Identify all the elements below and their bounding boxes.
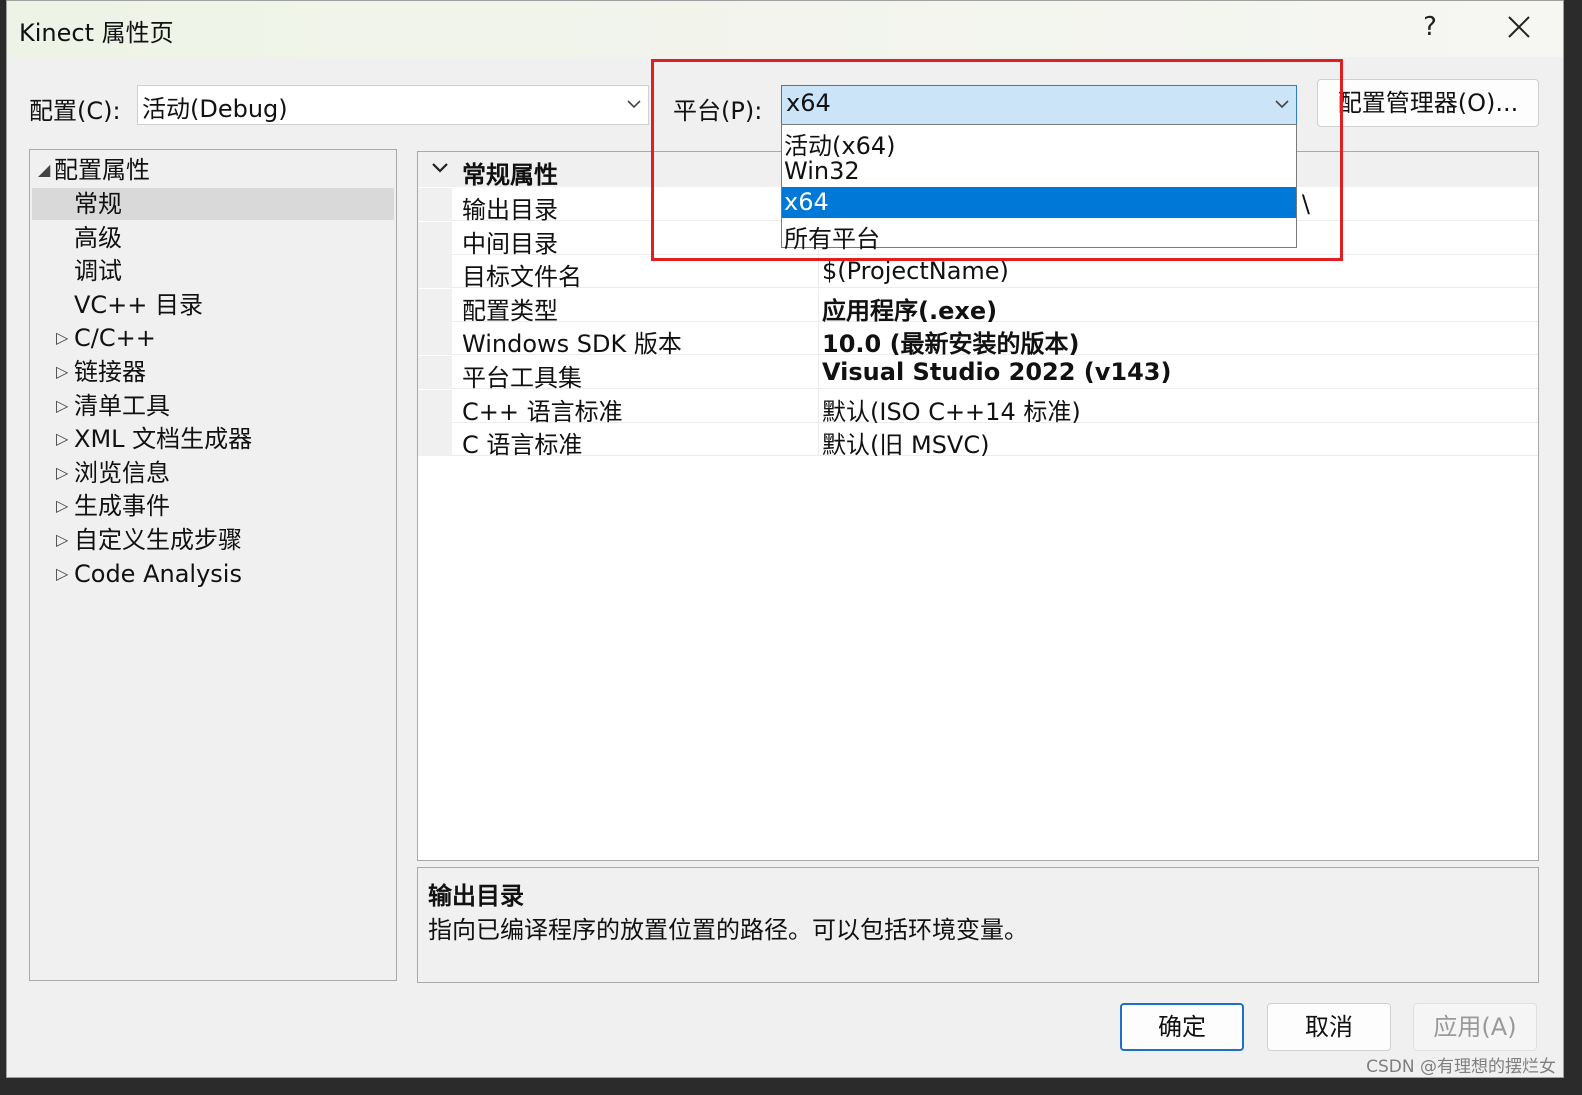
tree-item[interactable]: ▷ 生成事件 <box>32 490 394 522</box>
property-value[interactable]: 10.0 (最新安装的版本) <box>822 324 1080 359</box>
row-gutter <box>418 322 452 355</box>
property-name: 中间目录 <box>462 230 558 258</box>
row-gutter <box>418 390 452 423</box>
tree-item-label: 调试 <box>74 257 122 285</box>
tree-item-label: 链接器 <box>74 358 146 386</box>
chevron-down-icon <box>432 163 448 173</box>
expanded-triangle-icon: ◢ <box>38 160 51 179</box>
property-name: C++ 语言标准 <box>462 398 623 426</box>
title-bar[interactable]: Kinect 属性页 ? <box>7 1 1563 57</box>
property-value[interactable]: 应用程序(.exe) <box>822 291 997 326</box>
row-gutter <box>418 423 452 456</box>
tree-item-label: Code Analysis <box>74 560 242 588</box>
help-button[interactable]: ? <box>1415 9 1445 45</box>
collapsed-triangle-icon: ▷ <box>56 564 69 583</box>
property-row[interactable]: 配置类型 应用程序(.exe) <box>418 289 1538 325</box>
row-gutter <box>418 289 452 322</box>
config-manager-button[interactable]: 配置管理器(O)... <box>1317 79 1539 127</box>
tree-item[interactable]: VC++ 目录 <box>32 289 394 321</box>
tree-item[interactable]: ▷ 自定义生成步骤 <box>32 524 394 556</box>
property-row[interactable]: Windows SDK 版本 10.0 (最新安装的版本) <box>418 322 1538 358</box>
description-text: 指向已编译程序的放置位置的路径。可以包括环境变量。 <box>428 916 1028 944</box>
tree-item-config-properties[interactable]: ◢ 配置属性 <box>32 154 394 186</box>
collapsed-triangle-icon: ▷ <box>56 463 69 482</box>
column-divider <box>818 322 819 355</box>
tree-item-label: C/C++ <box>74 324 156 352</box>
watermark: CSDN @有理想的摆烂女 <box>1366 1057 1556 1077</box>
property-name: C 语言标准 <box>462 431 583 459</box>
row-gutter <box>418 222 452 255</box>
property-value[interactable]: 默认(旧 MSVC) <box>822 425 989 460</box>
cancel-button[interactable]: 取消 <box>1267 1003 1391 1051</box>
column-divider <box>818 356 819 389</box>
annotation-highlight-box <box>651 59 1343 261</box>
config-combo[interactable]: 活动(Debug) <box>137 85 649 125</box>
tree-item-label: VC++ 目录 <box>74 291 204 319</box>
apply-button: 应用(A) <box>1413 1003 1537 1051</box>
property-value[interactable]: $(ProjectName) <box>822 257 1009 285</box>
tree-item[interactable]: 高级 <box>32 222 394 254</box>
property-value[interactable]: 默认(ISO C++14 标准) <box>822 392 1081 427</box>
property-value[interactable]: Visual Studio 2022 (v143) <box>822 358 1171 386</box>
collapsed-triangle-icon: ▷ <box>56 429 69 448</box>
property-row[interactable]: C 语言标准 默认(旧 MSVC) <box>418 423 1538 459</box>
chevron-down-icon <box>627 100 641 109</box>
tree-item-label: XML 文档生成器 <box>74 425 253 453</box>
tree-item-label: 常规 <box>74 190 122 218</box>
tree-item[interactable]: ▷ C/C++ <box>32 322 394 354</box>
close-icon <box>1508 16 1530 38</box>
tree-item-label: 自定义生成步骤 <box>74 526 242 554</box>
row-gutter <box>418 356 452 389</box>
tree-item-label: 生成事件 <box>74 492 170 520</box>
tree-item[interactable]: 调试 <box>32 255 394 287</box>
tree-item[interactable]: ▷ 浏览信息 <box>32 457 394 489</box>
column-divider <box>818 423 819 456</box>
column-divider <box>818 390 819 423</box>
config-label: 配置(C): <box>29 97 121 125</box>
row-gutter <box>418 255 452 288</box>
tree-item[interactable]: ▷ 链接器 <box>32 356 394 388</box>
column-divider <box>818 289 819 322</box>
collapsed-triangle-icon: ▷ <box>56 530 69 549</box>
tree-item-label: 浏览信息 <box>74 459 170 487</box>
close-button[interactable] <box>1497 9 1541 49</box>
tree-item[interactable]: ▷ XML 文档生成器 <box>32 423 394 455</box>
property-tree: ◢ 配置属性 常规高级调试 VC++ 目录 ▷ C/C++ ▷ 链接器 ▷ 清单工具 ▷ XML … <box>29 149 397 981</box>
property-name: 目标文件名 <box>462 263 582 291</box>
description-panel: 输出目录 指向已编译程序的放置位置的路径。可以包括环境变量。 <box>417 867 1539 983</box>
property-name: Windows SDK 版本 <box>462 330 682 358</box>
description-title: 输出目录 <box>428 882 524 910</box>
property-row[interactable]: 平台工具集 Visual Studio 2022 (v143) <box>418 356 1538 392</box>
property-name: 平台工具集 <box>462 364 582 392</box>
collapsed-triangle-icon: ▷ <box>56 396 69 415</box>
collapsed-triangle-icon: ▷ <box>56 496 69 515</box>
tree-item[interactable]: ▷ Code Analysis <box>32 558 394 590</box>
property-row[interactable]: C++ 语言标准 默认(ISO C++14 标准) <box>418 390 1538 426</box>
property-name: 配置类型 <box>462 297 558 325</box>
property-name: 输出目录 <box>462 196 558 224</box>
row-gutter <box>418 188 452 221</box>
collapsed-triangle-icon: ▷ <box>56 328 69 347</box>
config-combo-value: 活动(Debug) <box>142 95 288 123</box>
tree-item-label: 高级 <box>74 224 122 252</box>
collapsed-triangle-icon: ▷ <box>56 362 69 381</box>
tree-root-label: 配置属性 <box>54 156 150 184</box>
tree-item-label: 清单工具 <box>74 392 170 420</box>
ok-button[interactable]: 确定 <box>1120 1003 1244 1051</box>
tree-item[interactable]: ▷ 清单工具 <box>32 390 394 422</box>
tree-item[interactable]: 常规 <box>32 188 394 220</box>
section-title: 常规属性 <box>462 161 558 189</box>
property-pages-dialog: Kinect 属性页 ? 配置(C): 活动(Debug) 平台(P): x64… <box>6 0 1564 1078</box>
window-title: Kinect 属性页 <box>19 19 174 47</box>
